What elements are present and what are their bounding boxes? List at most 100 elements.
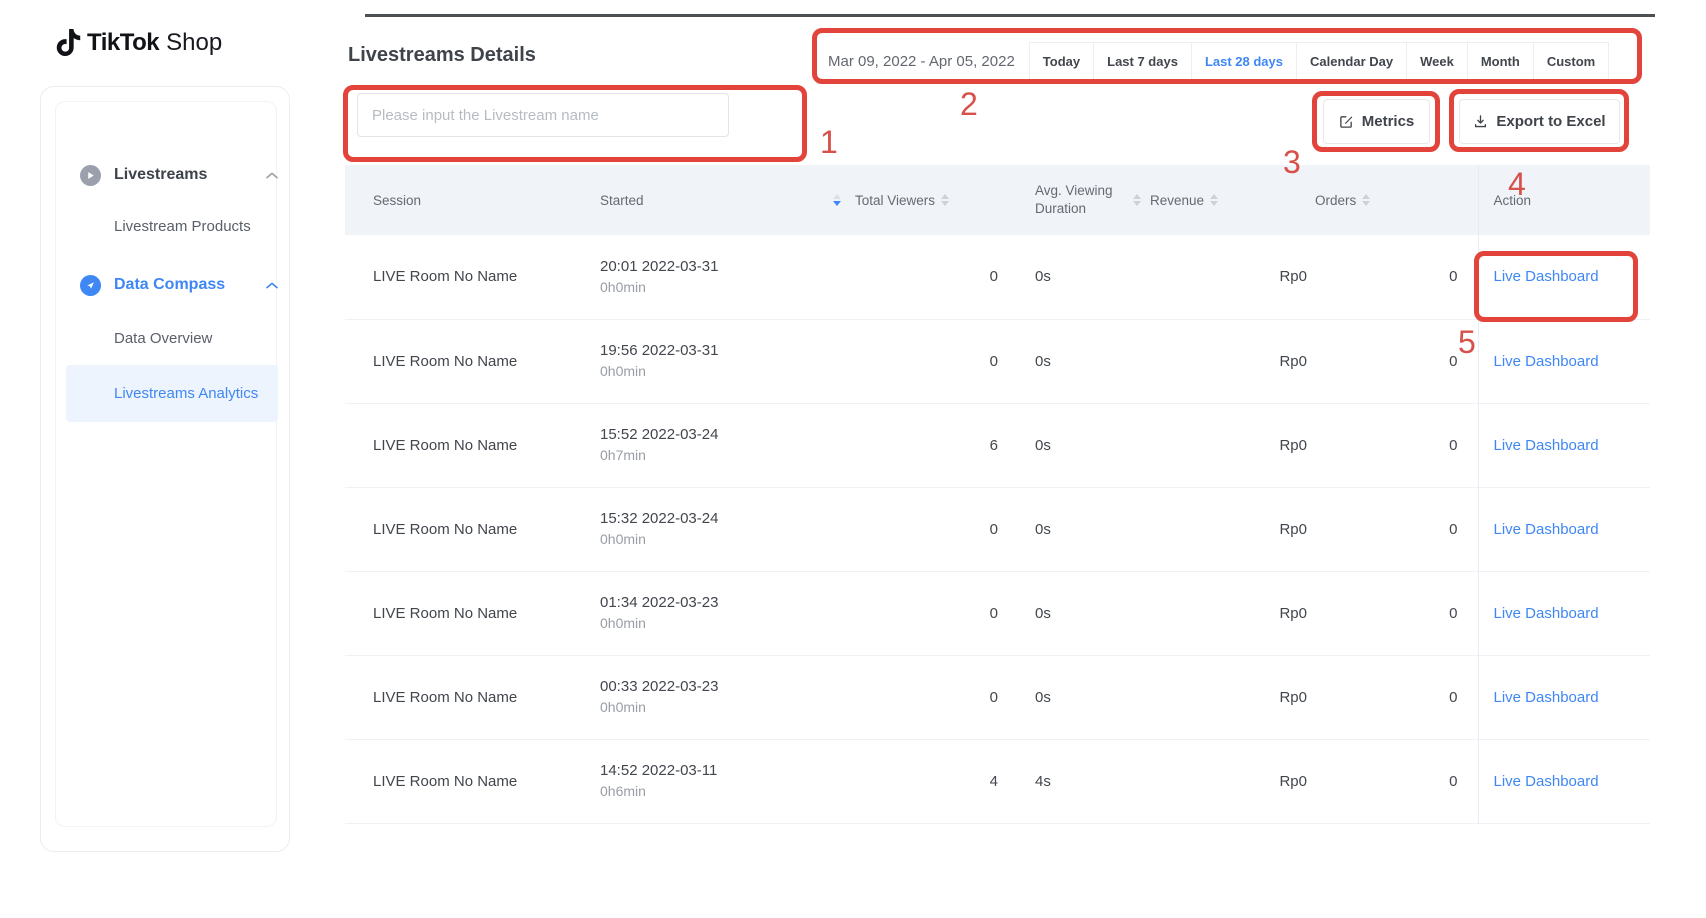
avg-viewing-duration-cell: 0s (1010, 571, 1150, 655)
action-cell: Live Dashboard (1478, 487, 1650, 571)
logo-text-shop: Shop (166, 29, 222, 57)
livestream-search-input[interactable] (357, 93, 729, 137)
table-body: LIVE Room No Name 20:01 2022-03-31 0h0mi… (345, 235, 1650, 823)
sidebar-item-livestreams-analytics[interactable]: Livestreams Analytics (114, 385, 258, 402)
live-dashboard-link[interactable]: Live Dashboard (1494, 689, 1599, 706)
started-cell: 15:52 2022-03-24 0h7min (570, 403, 855, 487)
live-dashboard-link[interactable]: Live Dashboard (1494, 353, 1599, 370)
started-duration: 0h7min (600, 446, 855, 466)
started-time: 15:32 2022-03-24 (600, 508, 855, 531)
column-header-total-viewers[interactable]: Total Viewers (855, 165, 1010, 235)
revenue-cell: Rp0 (1150, 487, 1315, 571)
avg-viewing-duration-cell: 0s (1010, 403, 1150, 487)
started-duration: 0h0min (600, 614, 855, 634)
started-duration: 0h0min (600, 698, 855, 718)
orders-cell: 0 (1315, 655, 1478, 739)
table-row: LIVE Room No Name 20:01 2022-03-31 0h0mi… (345, 235, 1650, 319)
orders-cell: 0 (1315, 403, 1478, 487)
range-option-week[interactable]: Week (1407, 42, 1468, 80)
sort-icon-orders[interactable] (1362, 194, 1370, 206)
range-option-last-28-days[interactable]: Last 28 days (1192, 42, 1297, 80)
sidebar-item-livestream-products[interactable]: Livestream Products (114, 218, 251, 235)
started-duration: 0h0min (600, 278, 855, 298)
column-header-avg-viewing-duration[interactable]: Avg. Viewing Duration (1010, 165, 1150, 235)
table-row: LIVE Room No Name 15:52 2022-03-24 0h7mi… (345, 403, 1650, 487)
action-cell: Live Dashboard (1478, 571, 1650, 655)
live-dashboard-link[interactable]: Live Dashboard (1494, 521, 1599, 538)
range-option-month[interactable]: Month (1468, 42, 1534, 80)
avg-viewing-duration-cell: 0s (1010, 235, 1150, 319)
sort-icon-started[interactable] (833, 194, 841, 206)
revenue-cell: Rp0 (1150, 739, 1315, 823)
session-cell: LIVE Room No Name (345, 487, 570, 571)
range-segments: TodayLast 7 daysLast 28 daysCalendar Day… (1029, 42, 1609, 80)
page-title: Livestreams Details (348, 44, 536, 67)
total-viewers-cell: 6 (855, 403, 1010, 487)
action-cell: Live Dashboard (1478, 235, 1650, 319)
download-icon (1473, 114, 1488, 129)
live-dashboard-link[interactable]: Live Dashboard (1494, 437, 1599, 454)
revenue-cell: Rp0 (1150, 403, 1315, 487)
total-viewers-cell: 0 (855, 571, 1010, 655)
session-cell: LIVE Room No Name (345, 403, 570, 487)
started-cell: 20:01 2022-03-31 0h0min (570, 235, 855, 319)
action-cell: Live Dashboard (1478, 739, 1650, 823)
started-cell: 14:52 2022-03-11 0h6min (570, 739, 855, 823)
column-header-started[interactable]: Started (570, 165, 855, 235)
started-time: 14:52 2022-03-11 (600, 760, 855, 783)
avg-viewing-duration-cell: 4s (1010, 739, 1150, 823)
sidebar-item-data-compass[interactable]: Data Compass (80, 270, 292, 300)
sidebar-group-label: Data Compass (114, 276, 225, 294)
revenue-cell: Rp0 (1150, 235, 1315, 319)
livestreams-table: Session Started Total Viewers (345, 165, 1650, 824)
started-cell: 15:32 2022-03-24 0h0min (570, 487, 855, 571)
started-cell: 19:56 2022-03-31 0h0min (570, 319, 855, 403)
table-header: Session Started Total Viewers (345, 165, 1650, 235)
chevron-up-icon (266, 282, 278, 289)
column-header-session: Session (345, 165, 570, 235)
top-divider-line (365, 14, 1655, 17)
table-row: LIVE Room No Name 14:52 2022-03-11 0h6mi… (345, 739, 1650, 823)
started-time: 19:56 2022-03-31 (600, 340, 855, 363)
live-dashboard-link[interactable]: Live Dashboard (1494, 773, 1599, 790)
sidebar-item-data-overview[interactable]: Data Overview (114, 330, 212, 347)
sidebar-item-livestreams[interactable]: Livestreams (80, 160, 292, 190)
date-range-value[interactable]: Mar 09, 2022 - Apr 05, 2022 (828, 53, 1015, 70)
orders-cell: 0 (1315, 571, 1478, 655)
metrics-button[interactable]: Metrics (1323, 99, 1430, 144)
action-cell: Live Dashboard (1478, 403, 1650, 487)
sort-icon-avg-viewing-duration[interactable] (1133, 194, 1141, 206)
started-time: 15:52 2022-03-24 (600, 424, 855, 447)
session-cell: LIVE Room No Name (345, 235, 570, 319)
live-dashboard-link[interactable]: Live Dashboard (1494, 605, 1599, 622)
logo-text-tiktok: TikTok (87, 29, 159, 57)
started-cell: 01:34 2022-03-23 0h0min (570, 571, 855, 655)
action-cell: Live Dashboard (1478, 319, 1650, 403)
total-viewers-cell: 0 (855, 235, 1010, 319)
avg-viewing-duration-cell: 0s (1010, 319, 1150, 403)
session-cell: LIVE Room No Name (345, 655, 570, 739)
total-viewers-cell: 0 (855, 319, 1010, 403)
live-dashboard-link[interactable]: Live Dashboard (1494, 268, 1599, 285)
sidebar-menu-card: Livestreams Livestream Products Data Com… (55, 101, 277, 827)
range-option-last-7-days[interactable]: Last 7 days (1094, 42, 1192, 80)
sort-icon-revenue[interactable] (1210, 194, 1218, 206)
column-header-orders[interactable]: Orders (1315, 165, 1478, 235)
started-duration: 0h0min (600, 530, 855, 550)
session-cell: LIVE Room No Name (345, 739, 570, 823)
export-button[interactable]: Export to Excel (1459, 99, 1620, 144)
column-header-revenue[interactable]: Revenue (1150, 165, 1315, 235)
orders-cell: 0 (1315, 235, 1478, 319)
sidebar: Livestreams Livestream Products Data Com… (40, 86, 290, 852)
range-option-custom[interactable]: Custom (1534, 42, 1609, 80)
table-row: LIVE Room No Name 19:56 2022-03-31 0h0mi… (345, 319, 1650, 403)
orders-cell: 0 (1315, 739, 1478, 823)
revenue-cell: Rp0 (1150, 571, 1315, 655)
range-option-today[interactable]: Today (1029, 42, 1094, 80)
orders-cell: 0 (1315, 319, 1478, 403)
tiktok-shop-logo: TikTok Shop (55, 27, 222, 58)
sort-icon-total-viewers[interactable] (941, 194, 949, 206)
started-time: 00:33 2022-03-23 (600, 676, 855, 699)
range-option-calendar-day[interactable]: Calendar Day (1297, 42, 1407, 80)
column-header-action: Action (1478, 165, 1650, 235)
